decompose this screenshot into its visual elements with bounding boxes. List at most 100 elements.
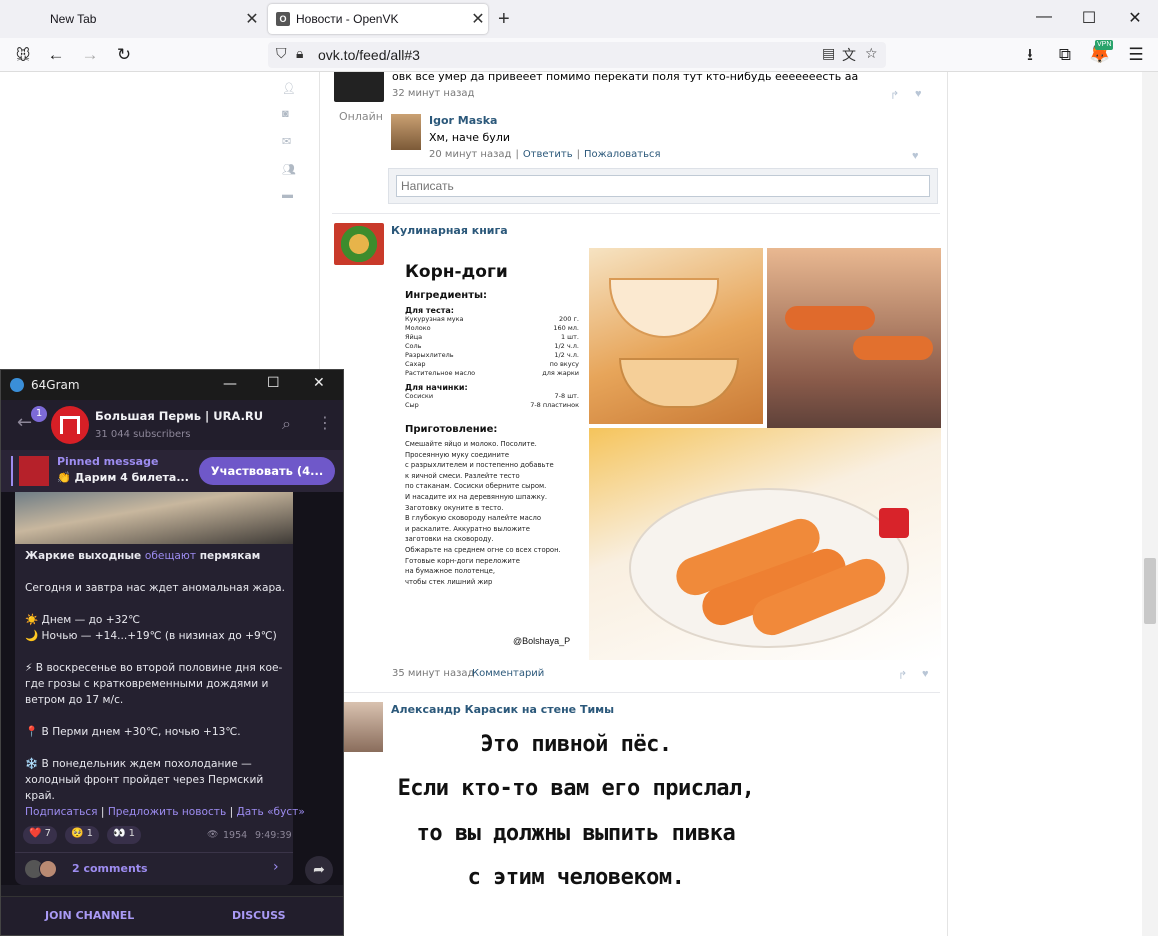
app-title: 64Gram	[31, 378, 80, 392]
like-heart-icon[interactable]: ♥	[915, 88, 922, 100]
new-tab-plus-icon[interactable]: +	[498, 8, 510, 31]
channel-bottom-bar: JOIN CHANNEL DISCUSS	[1, 896, 343, 935]
message-time: 9:49:39	[255, 830, 292, 841]
chevron-right-icon[interactable]: ›	[273, 859, 279, 875]
bookmark-star-icon[interactable]: ☆	[865, 45, 878, 62]
group-avatar[interactable]	[334, 223, 384, 265]
like-heart-icon[interactable]: ♥	[922, 668, 929, 680]
join-channel-button[interactable]: JOIN CHANNEL	[45, 909, 134, 922]
close-tab-icon[interactable]: ✕	[242, 9, 262, 29]
subscribe-link[interactable]: Подписаться	[25, 806, 98, 818]
comments-count[interactable]: 2 comments	[72, 862, 148, 875]
ingredient-name: Растительное масло	[405, 369, 476, 377]
scrollbar-thumb[interactable]	[1144, 558, 1156, 624]
ingredient-row: Молоко 160 мл.	[405, 324, 579, 333]
comment-time[interactable]: 20 минут назад	[429, 149, 511, 160]
lock-icon[interactable]: 🔒︎	[296, 45, 303, 62]
comment-avatar[interactable]	[391, 114, 421, 150]
maximize-icon[interactable]: ☐	[267, 375, 280, 391]
url-text[interactable]: ovk.to/feed/all#3	[318, 47, 420, 63]
reaction-heart[interactable]: ❤️ 7	[23, 826, 58, 844]
vpn-badge: VPN	[1095, 40, 1114, 50]
chat-icon[interactable]: ▬	[282, 189, 294, 201]
ingredient-name: Молоко	[405, 324, 431, 332]
close-icon[interactable]: ✕	[313, 375, 325, 391]
reader-view-icon[interactable]: ▤	[822, 45, 835, 62]
close-window-icon[interactable]: ✕	[1125, 8, 1145, 28]
reload-icon[interactable]: ↻	[113, 44, 135, 66]
post-author[interactable]: Кулинарная книга	[391, 224, 508, 237]
beach-photo[interactable]	[15, 492, 293, 544]
back-arrow-icon[interactable]: ←	[45, 44, 67, 66]
suggest-news-link[interactable]: Предложить новость	[108, 806, 226, 818]
share-icon[interactable]: ↱	[890, 89, 899, 102]
ingredient-name: Соль	[405, 342, 422, 350]
tab-openvk[interactable]: O Новости - OpenVK ✕	[268, 4, 488, 34]
address-bar[interactable]: ⛉ 🔒︎ ovk.to/feed/all#3 ▤ 文 ☆	[268, 42, 886, 68]
reaction-pleading[interactable]: 🥺 1	[65, 826, 100, 844]
ingredient-amount: 7-8 шт.	[554, 392, 579, 400]
shield-icon[interactable]: ⛉	[276, 45, 287, 62]
translate-icon[interactable]: 文	[842, 45, 856, 65]
report-link[interactable]: Пожаловаться	[584, 149, 661, 160]
extensions-icon[interactable]: ⧉	[1054, 44, 1076, 66]
ingredient-amount: 200 г.	[559, 315, 579, 323]
comment-author[interactable]: Igor Maska	[429, 114, 497, 127]
discuss-button[interactable]: DISCUSS	[232, 909, 286, 922]
post-avatar[interactable]	[334, 72, 384, 102]
reactions-row: ❤️ 7 🥺 1 👀 1 👁︎ 1954 9:49:39	[23, 826, 293, 846]
tab-new-tab[interactable]: New Tab ✕	[40, 4, 262, 34]
post-author[interactable]: Александр Карасик на стене Тимы	[391, 703, 614, 716]
user-icon[interactable]: 👤︎	[282, 82, 296, 95]
comments-row[interactable]: 2 comments ›	[15, 853, 293, 885]
channel-avatar[interactable]	[51, 406, 89, 444]
ingredient-name: Сахар	[405, 360, 426, 368]
ingredient-name: Разрыхлитель	[405, 351, 454, 359]
ura-logo-mark	[60, 416, 80, 434]
ingredient-name: Кукурузная мука	[405, 315, 464, 323]
camera-icon[interactable]: ◙	[282, 108, 294, 120]
author-avatar[interactable]	[343, 702, 383, 752]
back-arrow-icon[interactable]: ←	[17, 412, 32, 433]
view-count: 1954	[223, 830, 248, 841]
pinned-message-bar[interactable]: Pinned message 👏 Дарим 4 билета... Участ…	[1, 450, 343, 492]
like-heart-icon[interactable]: ♥	[912, 150, 919, 162]
subscriber-count: 31 044 subscribers	[95, 429, 191, 440]
ingredient-name: Сосиски	[405, 392, 434, 400]
telegram-titlebar: 64Gram — ☐ ✕	[1, 370, 343, 400]
page-scrollbar[interactable]	[1142, 72, 1158, 936]
post-time[interactable]: 32 минут назад	[392, 88, 474, 99]
views-eye-icon: 👁︎	[207, 830, 219, 840]
reaction-count: 7	[44, 828, 52, 839]
comment-input[interactable]	[396, 175, 930, 197]
forward-arrow-icon[interactable]: →	[79, 44, 101, 66]
reply-link[interactable]: Ответить	[523, 149, 573, 160]
share-forward-icon[interactable]: ➦	[305, 856, 333, 884]
search-icon[interactable]: ⌕	[282, 414, 291, 434]
boost-link[interactable]: Дать «буст»	[237, 806, 305, 818]
menu-hamburger-icon[interactable]: ☰	[1125, 44, 1147, 66]
ingredient-row: Сыр 7-8 пластинок	[405, 401, 579, 410]
minimize-icon[interactable]: —	[223, 376, 237, 392]
more-vertical-icon[interactable]: ⋮	[317, 413, 333, 432]
mail-icon[interactable]: ✉	[282, 135, 294, 148]
recipe-image[interactable]: Корн-доги Ингредиенты: Для теста: Кукуру…	[391, 248, 941, 660]
downloads-icon[interactable]: ⭳	[1019, 44, 1041, 66]
reaction-eyes[interactable]: 👀 1	[107, 826, 142, 844]
comment-link[interactable]: Комментарий	[472, 668, 544, 679]
minimize-icon[interactable]: —	[1034, 8, 1054, 26]
comment-text: Хм, наче були	[429, 131, 510, 144]
ingredient-amount: по вкусу	[549, 360, 579, 368]
headline-link[interactable]: обещают	[145, 550, 196, 562]
sausage-shape	[853, 336, 933, 360]
extension-avatar-icon[interactable]: 🐭	[12, 44, 34, 66]
ingredient-row: Разрыхлитель 1/2 ч.л.	[405, 351, 579, 360]
share-icon[interactable]: ↱	[898, 669, 907, 682]
post-time[interactable]: 35 минут назад	[392, 668, 474, 679]
vpn-extension-icon[interactable]: VPN 🦊	[1089, 40, 1114, 66]
participate-button[interactable]: Участвовать (4...	[199, 457, 335, 485]
friends-icon[interactable]: 👥︎	[282, 163, 296, 176]
channel-name[interactable]: Большая Пермь | URA.RU	[95, 409, 263, 423]
maximize-icon[interactable]: ☐	[1079, 8, 1099, 28]
close-tab-icon[interactable]: ✕	[468, 9, 488, 29]
